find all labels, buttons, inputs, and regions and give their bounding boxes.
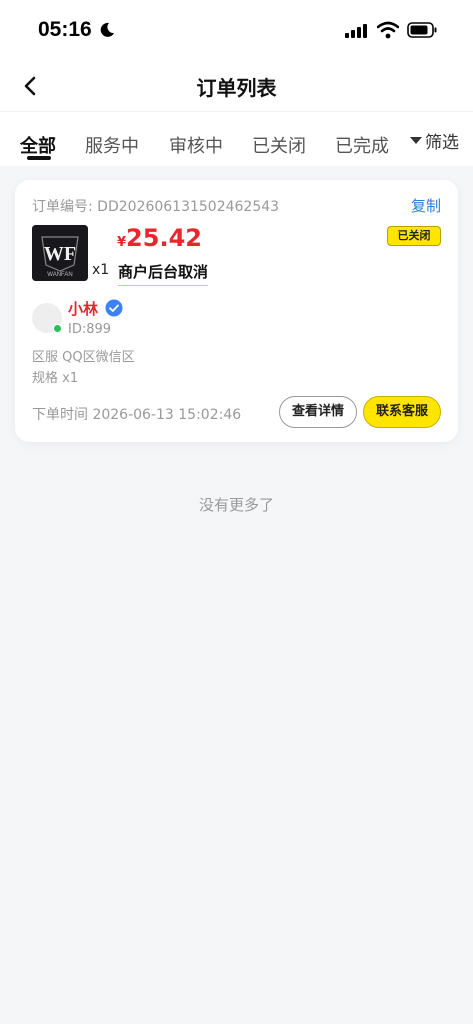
tab-closed[interactable]: 已关闭 xyxy=(252,132,306,158)
triangle-down-icon xyxy=(410,137,422,144)
tab-completed[interactable]: 已完成 xyxy=(335,132,389,158)
status-badge: 已关闭 xyxy=(387,226,441,246)
tab-in-service[interactable]: 服务中 xyxy=(85,132,139,158)
seller-name: 小林 xyxy=(68,300,99,318)
nav-bar: 订单列表 xyxy=(0,60,473,112)
product-image: WF WANFAN xyxy=(32,225,88,281)
tab-all[interactable]: 全部 xyxy=(20,132,56,158)
price: ¥25.42 xyxy=(117,224,202,252)
copy-button[interactable]: 复制 xyxy=(411,195,441,216)
filter-button[interactable]: 筛选 xyxy=(410,128,459,153)
product-logo-subtext: WANFAN xyxy=(47,272,72,278)
status-time: 05:16 xyxy=(38,18,92,41)
order-number: 订单编号: DD202606131502462543 xyxy=(32,199,280,215)
no-more-text: 没有更多了 xyxy=(198,496,274,514)
currency-symbol: ¥ xyxy=(117,235,127,250)
active-tab-indicator xyxy=(27,156,51,160)
product-logo-icon: WF WANFAN xyxy=(32,225,88,281)
verified-badge-icon xyxy=(105,299,123,317)
cancel-reason: 商户后台取消 xyxy=(118,261,209,286)
moon-icon xyxy=(100,22,114,37)
product-logo-text: WF xyxy=(44,243,76,265)
contact-support-button[interactable]: 联系客服 xyxy=(363,396,441,428)
cellular-signal-icon xyxy=(345,24,367,38)
order-tabs: 全部 服务中 审核中 已关闭 已完成 筛选 xyxy=(0,112,473,166)
filter-label: 筛选 xyxy=(425,133,459,153)
view-details-button[interactable]: 查看详情 xyxy=(279,396,357,428)
wifi-icon xyxy=(377,21,399,39)
spec-info: 规格 x1 xyxy=(32,371,79,386)
battery-icon xyxy=(407,22,437,38)
seller-id: ID:899 xyxy=(68,322,112,337)
order-card[interactable]: 订单编号: DD202606131502462543 复制 WF WANFAN … xyxy=(15,180,458,442)
tab-under-review[interactable]: 审核中 xyxy=(169,132,223,158)
region-info: 区服 QQ区微信区 xyxy=(32,350,135,365)
quantity: x1 xyxy=(92,262,110,278)
order-time: 下单时间 2026-06-13 15:02:46 xyxy=(32,407,242,423)
status-bar: 05:16 xyxy=(0,0,473,60)
page-title: 订单列表 xyxy=(196,76,277,100)
price-value: 25.42 xyxy=(126,224,202,252)
online-status-dot xyxy=(53,324,62,333)
